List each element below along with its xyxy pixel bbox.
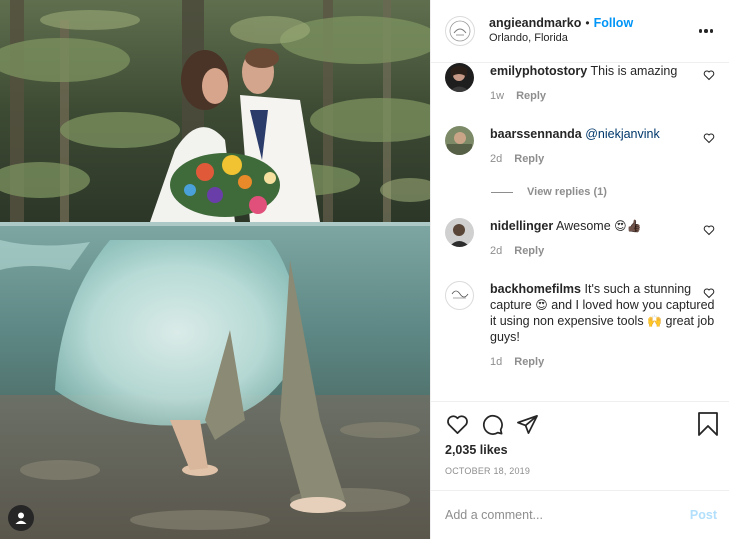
comment-body: backhomefilms It's such a stunning captu…	[490, 281, 715, 370]
post-header: angieandmarko • Follow Orlando, Florida	[431, 0, 729, 64]
comment-username[interactable]: backhomefilms	[490, 282, 581, 296]
reply-button[interactable]: Reply	[514, 151, 544, 167]
avatar[interactable]	[445, 63, 474, 93]
comment-username[interactable]: emilyphotostory	[490, 64, 587, 78]
post-actions: 2,035 likes OCTOBER 18, 2019	[431, 401, 729, 490]
tagged-users-button[interactable]	[8, 505, 34, 531]
mention-link[interactable]: @niekjanvink	[585, 127, 660, 141]
avatar[interactable]	[445, 218, 474, 248]
comment-text: This is amazing	[590, 64, 678, 79]
emoji: 🙌	[647, 314, 663, 329]
heart-icon[interactable]	[445, 412, 469, 436]
comment-text: Awesome	[556, 219, 611, 234]
comment-item: backhomefilms It's such a stunning captu…	[445, 281, 715, 370]
comment-item: nidellinger Awesome 😍👍🏿 2d Reply	[445, 218, 715, 259]
comment-username[interactable]: baarssennanda	[490, 127, 582, 141]
post-button[interactable]: Post	[690, 508, 717, 522]
comment-body: emilyphotostory This is amazing 1w Reply	[490, 63, 715, 104]
comment-time[interactable]: 2d	[490, 151, 502, 167]
heart-icon[interactable]	[703, 132, 715, 144]
comment-time[interactable]: 2d	[490, 243, 502, 259]
comment-time[interactable]: 1d	[490, 354, 502, 370]
location-link[interactable]: Orlando, Florida	[489, 31, 633, 46]
brand-logo-icon	[449, 20, 471, 42]
comment-item: baarssennanda @niekjanvink 2d Reply	[445, 126, 715, 167]
comment-body: nidellinger Awesome 😍👍🏿 2d Reply	[490, 218, 715, 259]
heart-icon[interactable]	[703, 287, 715, 299]
avatar[interactable]	[445, 281, 474, 311]
add-comment-bar: Post	[431, 489, 729, 539]
emoji: 😍👍🏿	[614, 219, 642, 234]
person-icon	[15, 512, 27, 524]
comment-input[interactable]	[445, 507, 690, 522]
reply-button[interactable]: Reply	[514, 354, 544, 370]
comment-body: baarssennanda @niekjanvink 2d Reply	[490, 126, 715, 167]
post-date[interactable]: OCTOBER 18, 2019	[445, 466, 530, 476]
heart-icon[interactable]	[703, 69, 715, 81]
view-replies-button[interactable]: View replies (1)	[491, 186, 607, 198]
comment-item: emilyphotostory This is amazing 1w Reply	[445, 63, 715, 104]
likes-count[interactable]: 2,035 likes	[445, 443, 508, 457]
post-photo[interactable]	[0, 0, 430, 539]
share-icon[interactable]	[515, 412, 539, 436]
comment-time[interactable]: 1w	[490, 88, 504, 104]
post-sidebar: angieandmarko • Follow Orlando, Florida …	[430, 0, 729, 539]
reply-button[interactable]: Reply	[514, 243, 544, 259]
view-replies-label: View replies (1)	[527, 186, 607, 199]
comment-username[interactable]: nidellinger	[490, 219, 553, 233]
action-bar	[445, 412, 539, 436]
wedding-underwater-photo	[0, 0, 430, 539]
header-text: angieandmarko • Follow Orlando, Florida	[489, 16, 633, 46]
separator-dot: •	[585, 16, 590, 31]
bookmark-icon[interactable]	[697, 412, 719, 439]
instagram-post: angieandmarko • Follow Orlando, Florida …	[0, 0, 729, 539]
comment-icon[interactable]	[480, 412, 504, 436]
avatar[interactable]	[445, 126, 474, 156]
emoji: 😍	[535, 298, 548, 313]
heart-icon[interactable]	[703, 224, 715, 236]
follow-button[interactable]: Follow	[594, 16, 634, 31]
divider-line	[491, 191, 513, 193]
username-link[interactable]: angieandmarko	[489, 16, 581, 31]
more-horizontal-icon[interactable]	[695, 25, 718, 37]
comments-list[interactable]: emilyphotostory This is amazing 1w Reply …	[431, 63, 729, 401]
avatar[interactable]	[445, 16, 475, 47]
reply-button[interactable]: Reply	[516, 88, 546, 104]
